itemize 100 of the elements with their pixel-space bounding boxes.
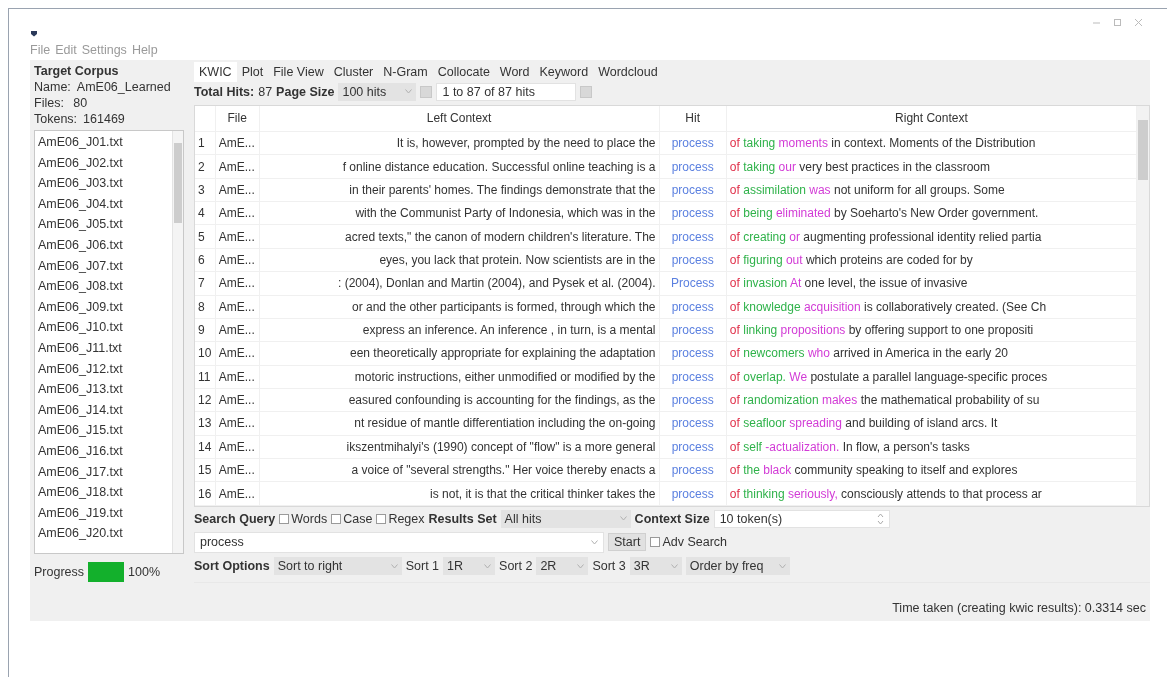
results-set-dropdown[interactable]: All hits — [500, 509, 631, 528]
hit-cell: process — [659, 318, 727, 342]
file-list-item[interactable]: AmE06_J08.txt — [38, 276, 169, 297]
column-header[interactable]: File — [215, 105, 260, 132]
tab[interactable]: Word — [494, 61, 535, 82]
file-cell: AmE... — [215, 271, 260, 295]
file-list-item[interactable]: AmE06_J02.txt — [38, 152, 169, 174]
checkbox[interactable]: Adv Search — [650, 535, 728, 550]
file-cell: AmE... — [215, 154, 260, 179]
dropdown-caret-icon — [405, 89, 413, 95]
row-number: 7 — [195, 271, 216, 295]
right-context-cell: of being eliminated by Soeharto's New Order government. — [726, 201, 1137, 225]
right-context-cell: of newcomers who arrived in America in the early 20 — [726, 341, 1137, 366]
start-button[interactable]: Start — [608, 533, 647, 552]
files-label: Files: — [34, 96, 64, 110]
context-size-label: Context Size — [634, 511, 710, 526]
maximize-icon[interactable] — [1114, 18, 1121, 26]
order-dropdown[interactable]: Order by freq — [685, 557, 790, 576]
search-query-field[interactable]: process — [194, 531, 604, 553]
column-header[interactable]: Left Context — [259, 105, 660, 132]
hit-cell: Process — [659, 271, 727, 295]
left-context-cell: a voice of "several strengths." Her voice thereby enacts a — [259, 458, 660, 482]
tab[interactable]: File View — [268, 61, 329, 82]
checkbox[interactable]: Words — [279, 511, 328, 526]
right-context-cell: of assimilation was not uniform for all groups. Some — [726, 178, 1137, 202]
left-context-cell: eyes, you lack that protein. Now scientists are in the — [259, 248, 660, 272]
file-cell: AmE... — [215, 458, 260, 482]
page-size-label: Page Size — [276, 84, 335, 99]
file-list-item[interactable]: AmE06_J07.txt — [38, 255, 169, 277]
row-number: 8 — [195, 295, 216, 319]
file-cell: AmE... — [215, 411, 260, 436]
right-context-cell: of overlap. We postulate a parallel language-specific proces — [726, 365, 1137, 389]
sort-dropdown[interactable]: 3R — [629, 557, 682, 576]
file-list-item[interactable]: AmE06_J10.txt — [38, 317, 169, 338]
sort-options-label: Sort Options — [194, 559, 270, 574]
file-list-item[interactable]: AmE06_J12.txt — [38, 358, 169, 380]
sort-label: Sort 3 — [592, 559, 626, 574]
file-cell: AmE... — [215, 225, 260, 249]
dropdown-caret-icon — [577, 563, 585, 569]
sort-mode-dropdown[interactable]: Sort to right — [273, 557, 402, 576]
column-header[interactable]: Right Context — [726, 105, 1137, 132]
tab[interactable]: Collocate — [432, 61, 495, 82]
right-context-cell: of linking propositions by offering support to one propositi — [726, 318, 1137, 342]
file-list-item[interactable]: AmE06_J01.txt — [38, 132, 169, 153]
tab[interactable]: Wordcloud — [593, 61, 663, 82]
close-icon[interactable] — [1135, 18, 1142, 26]
progress-reading: 100% — [128, 565, 160, 579]
file-cell: AmE... — [215, 131, 260, 155]
tab[interactable]: N-Gram — [378, 61, 433, 82]
file-list-item[interactable]: AmE06_J11.txt — [38, 337, 169, 359]
checkbox[interactable]: Regex — [376, 511, 425, 526]
sort-dropdown[interactable]: 1R — [443, 557, 496, 576]
left-context-cell: or and the other participants is formed, through which the — [259, 295, 660, 319]
left-context-cell: with the Communist Party of Indonesia, which was in the — [259, 201, 660, 225]
left-context-cell: f online distance education. Successful online teaching is a — [259, 154, 660, 179]
file-list-item[interactable]: AmE06_J14.txt — [38, 399, 169, 421]
right-context-cell: of invasion At one level, the issue of invasive — [726, 271, 1137, 295]
row-number: 14 — [195, 435, 216, 459]
left-context-cell: is not, it is that the critical thinker takes the — [259, 481, 660, 506]
file-list-item[interactable]: AmE06_J04.txt — [38, 193, 169, 215]
file-list-item[interactable]: AmE06_J09.txt — [38, 296, 169, 318]
sort-label: Sort 1 — [405, 559, 440, 574]
right-context-cell: of randomization makes the mathematical probability of su — [726, 388, 1137, 412]
file-list-item[interactable]: AmE06_J03.txt — [38, 173, 169, 194]
tab[interactable]: Cluster — [328, 61, 379, 82]
file-list-item[interactable]: AmE06_J06.txt — [38, 234, 169, 256]
file-list-item[interactable]: AmE06_J19.txt — [38, 502, 169, 524]
row-number: 2 — [195, 154, 216, 179]
next-page-button[interactable] — [580, 85, 593, 98]
file-list-item[interactable]: AmE06_J05.txt — [38, 214, 169, 235]
context-size-spinbox[interactable]: 10 token(s) — [713, 509, 890, 528]
page-size-dropdown[interactable]: 100 hits — [338, 82, 417, 101]
right-context-cell: of knowledge acquisition is collaboratively created. (See Ch — [726, 295, 1137, 319]
left-context-cell: acred texts," the canon of modern children's literature. The — [259, 225, 660, 249]
file-list-item[interactable]: AmE06_J18.txt — [38, 482, 169, 503]
row-number: 13 — [195, 411, 216, 436]
checkbox[interactable]: Case — [331, 511, 373, 526]
row-number: 12 — [195, 388, 216, 412]
previous-page-button[interactable] — [420, 85, 433, 98]
left-context-cell: een theoretically appropriate for explaining the adaptation — [259, 341, 660, 366]
total-hits-value: 87 — [258, 84, 273, 99]
tab[interactable]: Keyword — [534, 61, 594, 82]
scrollbar[interactable] — [1137, 105, 1149, 506]
row-number: 6 — [195, 248, 216, 272]
file-list-item[interactable]: AmE06_J16.txt — [38, 440, 169, 462]
file-list-item[interactable]: AmE06_J20.txt — [38, 523, 169, 544]
file-cell: AmE... — [215, 481, 260, 506]
column-header[interactable]: Hit — [659, 105, 727, 132]
hit-cell: process — [659, 295, 727, 319]
file-list-item[interactable]: AmE06_J17.txt — [38, 461, 169, 483]
sort-dropdown[interactable]: 2R — [536, 557, 589, 576]
file-list-item[interactable]: AmE06_J15.txt — [38, 420, 169, 441]
tab[interactable]: KWIC — [194, 61, 237, 82]
left-context-cell: easured confounding is accounting for the findings, as the — [259, 388, 660, 412]
right-context-cell: of seafloor spreading and building of island arcs. It — [726, 411, 1137, 436]
scrollbar[interactable] — [172, 131, 183, 553]
tab[interactable]: Plot — [236, 61, 269, 82]
dropdown-caret-icon — [591, 539, 598, 545]
right-context-cell: of thinking seriously, consciously attends to that process ar — [726, 481, 1137, 506]
file-list-item[interactable]: AmE06_J13.txt — [38, 379, 169, 400]
